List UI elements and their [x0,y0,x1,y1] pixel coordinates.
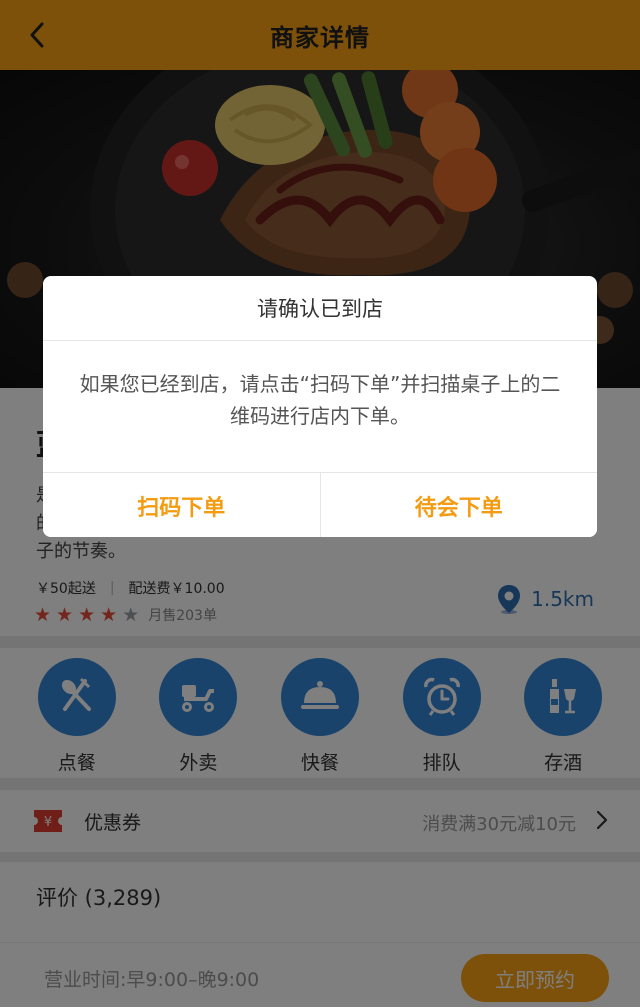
dialog-actions: 扫码下单 待会下单 [43,472,597,537]
confirm-dialog: 请确认已到店 如果您已经到店，请点击“扫码下单”并扫描桌子上的二维码进行店内下单… [43,276,597,537]
dialog-message: 如果您已经到店，请点击“扫码下单”并扫描桌子上的二维码进行店内下单。 [79,372,561,428]
dialog-title: 请确认已到店 [43,276,597,341]
order-later-button[interactable]: 待会下单 [320,473,597,537]
scan-order-button[interactable]: 扫码下单 [43,473,321,537]
